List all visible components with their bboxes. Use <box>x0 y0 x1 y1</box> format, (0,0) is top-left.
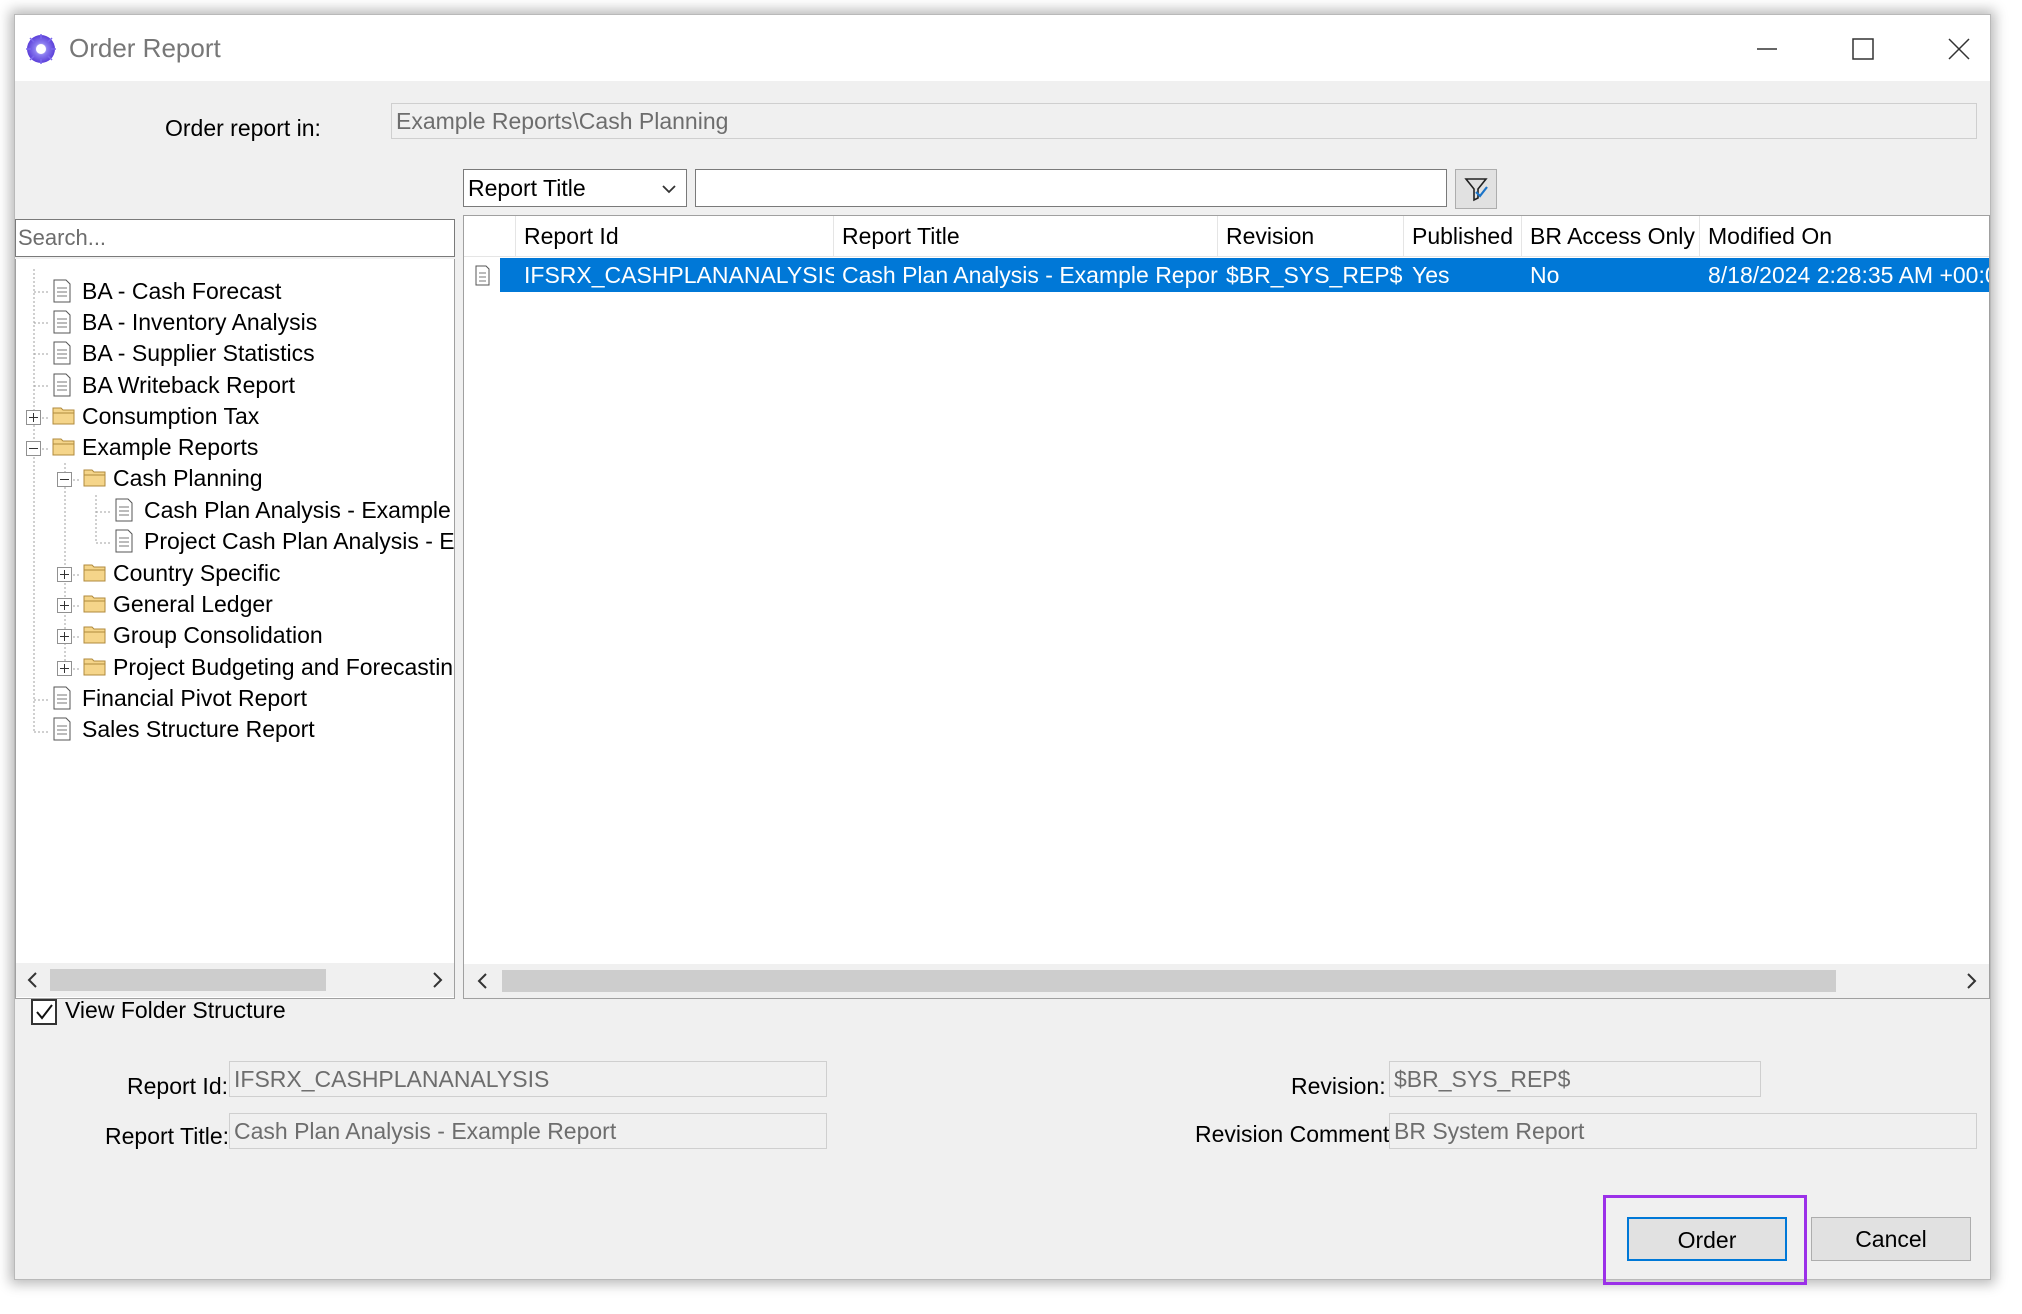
cell-published: Yes <box>1412 262 1450 288</box>
cell-br-access-only: No <box>1530 262 1560 288</box>
column-header-published[interactable]: Published <box>1404 216 1522 256</box>
expand-project-budgeting[interactable] <box>57 661 72 676</box>
folder-icon <box>52 407 75 425</box>
grid-hscrollbar[interactable] <box>464 964 1989 998</box>
report-icon <box>115 498 133 522</box>
tree-scroll-thumb[interactable] <box>50 969 326 991</box>
folder-icon <box>83 564 106 582</box>
table-row[interactable]: IFSRX_CASHPLANANALYSIS Cash Plan Analysi… <box>464 258 1989 292</box>
maximize-button[interactable] <box>1841 27 1885 71</box>
column-header-report-title[interactable]: Report Title <box>834 216 1218 256</box>
title-bar: Order Report <box>15 15 1990 81</box>
expand-consumption-tax[interactable] <box>26 410 41 425</box>
tree-search-input[interactable]: Search... <box>15 219 455 257</box>
minimize-button[interactable] <box>1745 27 1789 71</box>
order-report-in-label: Order report in: <box>165 115 321 141</box>
folder-icon <box>83 626 106 644</box>
report-title-label: Report Title: <box>105 1123 229 1149</box>
report-icon <box>475 265 490 286</box>
minimize-icon <box>1757 48 1777 50</box>
report-icon <box>53 279 71 303</box>
scroll-left-icon[interactable] <box>472 970 494 992</box>
filter-input[interactable] <box>695 169 1447 207</box>
collapse-example-reports[interactable] <box>26 441 41 456</box>
revision-label: Revision: <box>1291 1073 1386 1099</box>
order-button[interactable]: Order <box>1627 1217 1787 1261</box>
order-report-dialog: Order Report Order report in: Example Re… <box>14 14 1991 1285</box>
column-header-modified-on[interactable]: Modified On <box>1700 216 1989 256</box>
cell-revision: $BR_SYS_REP$ <box>1226 262 1403 288</box>
column-header-br-access-only[interactable]: BR Access Only <box>1522 216 1700 256</box>
expand-general-ledger[interactable] <box>57 598 72 613</box>
window-title: Order Report <box>69 33 221 63</box>
column-header-revision[interactable]: Revision <box>1218 216 1404 256</box>
report-icon <box>53 717 71 741</box>
report-icon <box>53 686 71 710</box>
expand-group-consolidation[interactable] <box>57 629 72 644</box>
app-logo-icon <box>26 34 56 64</box>
scroll-right-icon[interactable] <box>1960 970 1982 992</box>
cell-report-id: IFSRX_CASHPLANANALYSIS <box>524 262 834 288</box>
column-header-report-id[interactable]: Report Id <box>516 216 834 256</box>
filter-icon <box>1464 178 1488 202</box>
view-folder-structure-checkbox[interactable] <box>31 999 57 1025</box>
report-id-label: Report Id: <box>127 1073 228 1099</box>
row-header-corner <box>464 216 516 256</box>
cell-modified-on: 8/18/2024 2:28:35 AM +00:00 <box>1708 262 1989 288</box>
revision-comment-field: BR System Report <box>1389 1113 1977 1149</box>
close-icon <box>1948 38 1970 60</box>
report-title-field: Cash Plan Analysis - Example Report <box>229 1113 827 1149</box>
close-button[interactable] <box>1937 27 1981 71</box>
checkmark-icon <box>36 1004 53 1020</box>
folder-tree: BA - Cash Forecast BA - Inventory Analys… <box>15 259 455 999</box>
revision-field: $BR_SYS_REP$ <box>1389 1061 1761 1097</box>
filter-column-select[interactable]: Report Title <box>463 169 687 207</box>
revision-comment-label: Revision Comment: <box>1195 1121 1396 1147</box>
grid-scroll-thumb[interactable] <box>502 970 1836 992</box>
filter-button[interactable] <box>1455 169 1497 209</box>
report-icon <box>53 373 71 397</box>
folder-open-icon <box>52 438 75 456</box>
tree-hscrollbar[interactable] <box>16 963 454 997</box>
scroll-right-icon[interactable] <box>426 969 448 991</box>
cancel-button[interactable]: Cancel <box>1811 1217 1971 1261</box>
order-report-in-field: Example Reports\Cash Planning <box>391 103 1977 139</box>
row-header[interactable] <box>464 258 500 292</box>
chevron-down-icon <box>662 185 676 194</box>
cell-report-title: Cash Plan Analysis - Example Report <box>842 262 1218 288</box>
collapse-cash-planning[interactable] <box>57 472 72 487</box>
report-icon <box>53 310 71 334</box>
maximize-icon <box>1852 38 1874 60</box>
expand-country-specific[interactable] <box>57 567 72 582</box>
filter-column-value: Report Title <box>468 175 586 201</box>
folder-icon <box>83 658 106 676</box>
report-id-field: IFSRX_CASHPLANANALYSIS <box>229 1061 827 1097</box>
reports-grid: Report Id Report Title Revision Publishe… <box>463 215 1990 999</box>
report-icon <box>115 529 133 553</box>
scroll-left-icon[interactable] <box>22 969 44 991</box>
report-icon <box>53 341 71 365</box>
folder-icon <box>83 595 106 613</box>
folder-open-icon <box>83 469 106 487</box>
view-folder-structure-label[interactable]: View Folder Structure <box>65 997 286 1024</box>
grid-header: Report Id Report Title Revision Publishe… <box>464 216 1989 257</box>
